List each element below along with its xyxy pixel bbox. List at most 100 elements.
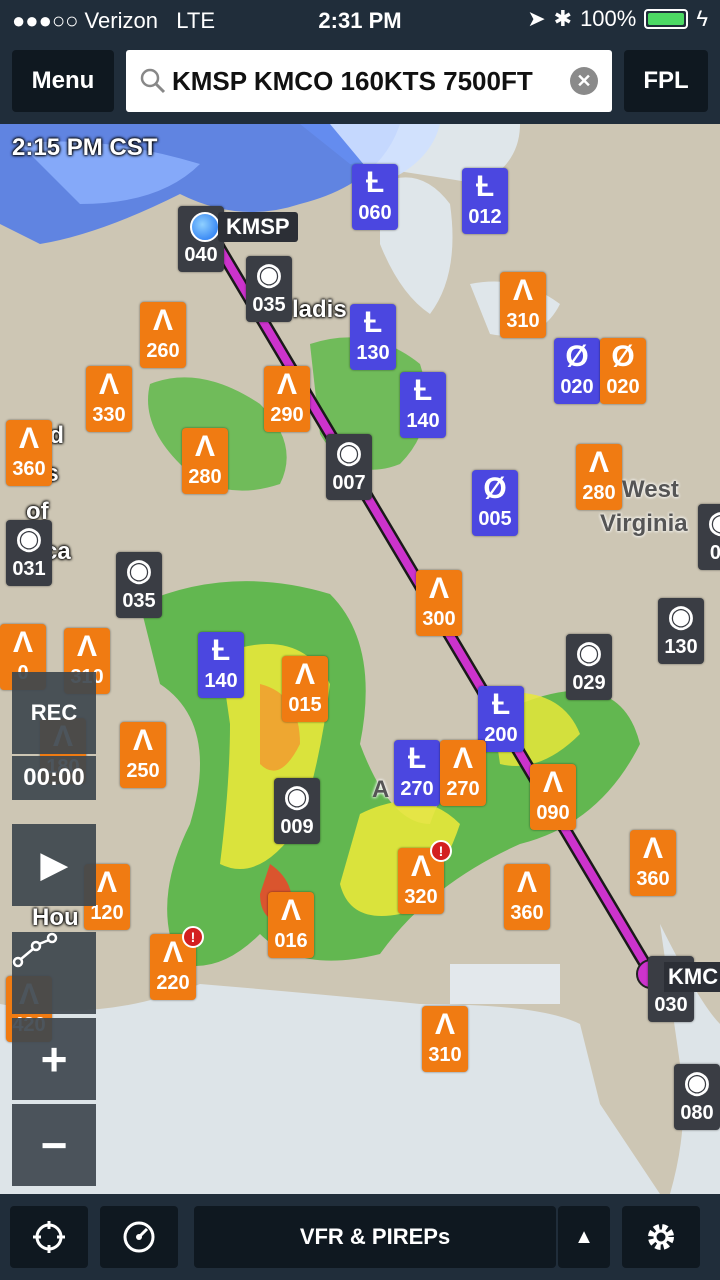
pirep-icon: Ƚ — [413, 374, 433, 407]
location-icon: ➤ — [527, 6, 546, 31]
place-label-houston: Hou — [32, 904, 79, 931]
layer-expand-button[interactable]: ▲ — [558, 1206, 610, 1268]
pirep-marker[interactable]: ◉ 007 — [326, 434, 372, 500]
pirep-altitude: 060 — [358, 202, 392, 224]
pirep-marker[interactable]: Λ 270 — [440, 740, 486, 806]
clear-icon[interactable]: ✕ — [570, 67, 598, 95]
pirep-marker[interactable]: Λ 300 — [416, 570, 462, 636]
pirep-altitude: 007 — [332, 472, 366, 494]
pirep-icon: Λ — [428, 572, 449, 605]
pirep-marker[interactable]: Ø 020 — [600, 338, 646, 404]
pirep-icon: Ƚ — [211, 634, 231, 667]
route-icon — [12, 932, 58, 968]
record-timer: 00:00 — [12, 756, 96, 800]
pirep-altitude: 140 — [204, 670, 238, 692]
play-button[interactable]: ▶ — [12, 824, 96, 906]
pirep-icon: Λ — [98, 368, 119, 401]
menu-button[interactable]: Menu — [12, 50, 114, 112]
charging-icon: ϟ — [696, 6, 708, 31]
pirep-marker[interactable]: Λ 280 — [182, 428, 228, 494]
gear-icon — [648, 1224, 674, 1250]
pirep-marker[interactable]: Λ 360 — [630, 830, 676, 896]
pirep-marker[interactable]: Λ 250 — [120, 722, 166, 788]
fpl-button[interactable]: FPL — [624, 50, 708, 112]
pirep-marker[interactable]: Λ 290 — [264, 366, 310, 432]
pirep-icon: Ƚ — [491, 688, 511, 721]
route-search-field[interactable]: KMSP KMCO 160KTS 7500FT ✕ — [126, 50, 612, 112]
pirep-marker[interactable]: Ø 005 — [472, 470, 518, 536]
record-button[interactable]: REC — [12, 672, 96, 754]
pirep-marker[interactable]: Ø 020 — [554, 338, 600, 404]
pirep-icon: ◉ — [15, 522, 43, 555]
pirep-altitude: 029 — [572, 672, 606, 694]
pirep-marker[interactable]: Λ 016 — [268, 892, 314, 958]
pirep-marker[interactable]: ◉ 009 — [274, 778, 320, 844]
pirep-altitude: 015 — [288, 694, 322, 716]
crosshair-button[interactable] — [10, 1206, 88, 1268]
pirep-altitude: 310 — [428, 1044, 462, 1066]
origin-label: KMSP — [218, 212, 298, 242]
pirep-marker[interactable]: ◉ 029 — [566, 634, 612, 700]
pirep-icon: Ø — [483, 472, 507, 505]
place-label-madison: ladis — [292, 296, 347, 323]
pirep-marker[interactable]: ◉ 031 — [6, 520, 52, 586]
pirep-icon: ◉ — [698, 504, 720, 540]
pirep-marker[interactable]: Ƚ 140 — [400, 372, 446, 438]
pirep-altitude: 300 — [422, 608, 456, 630]
pirep-altitude: 220 — [156, 972, 190, 994]
pirep-altitude: 360 — [510, 902, 544, 924]
pirep-icon: Λ — [276, 368, 297, 401]
battery-icon — [644, 9, 689, 29]
pirep-marker[interactable]: Ƚ 140 — [198, 632, 244, 698]
settings-button[interactable] — [622, 1206, 700, 1268]
zoom-out-button[interactable]: − — [12, 1104, 96, 1186]
pirep-marker[interactable]: Ƚ 270 — [394, 740, 440, 806]
pirep-marker[interactable]: ◉ 035 — [116, 552, 162, 618]
pirep-altitude: 310 — [506, 310, 540, 332]
crosshair-icon — [33, 1221, 65, 1253]
pirep-marker[interactable]: Ƚ 130 — [350, 304, 396, 370]
weather-map[interactable]: 2:15 PM CST 040 KMSP 030 KMC ladis ted e… — [0, 124, 720, 1194]
pirep-marker[interactable]: Λ 090 — [530, 764, 576, 830]
pirep-marker[interactable]: ◉ 080 — [674, 1064, 720, 1130]
pirep-marker[interactable]: Λ 220! — [150, 926, 204, 1000]
pirep-altitude: 320 — [404, 886, 438, 908]
pirep-marker[interactable]: Λ 360 — [6, 420, 52, 486]
battery-percent: 100% — [580, 6, 637, 31]
search-query[interactable]: KMSP KMCO 160KTS 7500FT — [172, 66, 533, 97]
pirep-altitude: 250 — [126, 760, 160, 782]
pirep-altitude: 020 — [560, 376, 594, 398]
pirep-marker[interactable]: Λ 310 — [500, 272, 546, 338]
pirep-altitude: 140 — [406, 410, 440, 432]
pirep-icon: Λ — [152, 304, 173, 337]
pirep-marker[interactable]: Λ 310 — [422, 1006, 468, 1072]
pirep-marker[interactable]: Λ 320! — [398, 840, 452, 914]
pirep-altitude: 330 — [92, 404, 126, 426]
pirep-marker[interactable]: ◉03 — [698, 504, 720, 570]
pirep-icon: ◉ — [283, 780, 311, 813]
pirep-marker[interactable]: Ƚ 060 — [352, 164, 398, 230]
pirep-marker[interactable]: Λ 280 — [576, 444, 622, 510]
ownship-icon — [190, 212, 220, 242]
pirep-icon: Λ — [294, 658, 315, 691]
instruments-button[interactable] — [100, 1206, 178, 1268]
bluetooth-icon: ✱ — [553, 6, 573, 31]
pirep-marker[interactable]: Λ 260 — [140, 302, 186, 368]
pirep-icon: Λ — [512, 274, 533, 307]
map-layer-button[interactable]: VFR & PIREPs — [194, 1206, 556, 1268]
place-label-wv-1: West — [622, 476, 679, 503]
zoom-in-button[interactable]: + — [12, 1018, 96, 1100]
pirep-altitude: 280 — [582, 482, 616, 504]
pirep-marker[interactable]: Λ 015 — [282, 656, 328, 722]
pirep-marker[interactable]: Λ 330 — [86, 366, 132, 432]
pirep-altitude: 130 — [664, 636, 698, 658]
pirep-icon: Λ — [194, 430, 215, 463]
pirep-marker[interactable]: ◉ 035 — [246, 256, 292, 322]
pirep-marker[interactable]: Ƚ 012 — [462, 168, 508, 234]
pirep-altitude: 360 — [636, 868, 670, 890]
pirep-marker[interactable]: ◉ 130 — [658, 598, 704, 664]
pirep-icon: ◉ — [575, 636, 603, 669]
urgent-pirep-icon: ! — [182, 926, 204, 948]
route-edit-button[interactable] — [12, 932, 96, 1014]
pirep-marker[interactable]: Λ 360 — [504, 864, 550, 930]
